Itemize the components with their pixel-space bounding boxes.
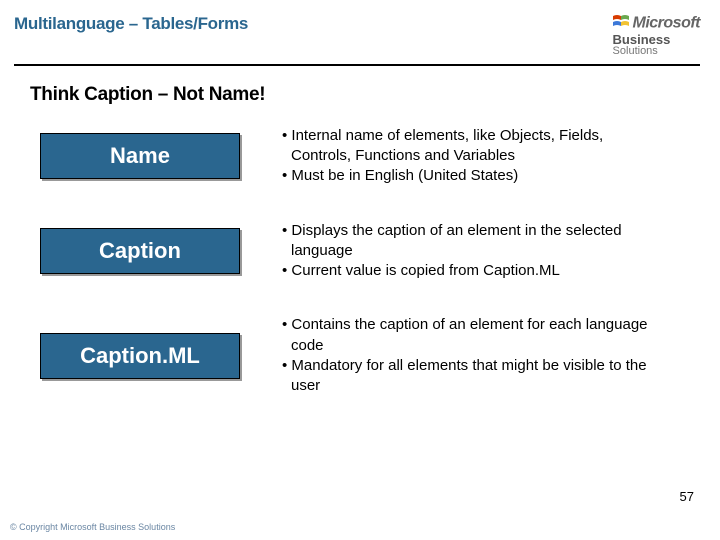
logo-text-sub: Solutions [613,46,700,58]
slide-subtitle: Think Caption – Not Name! [30,84,704,106]
page-number: 57 [680,489,694,504]
bullet: • Internal name of elements, like Object… [282,126,662,167]
chip-name: Name [40,133,240,179]
chip-caption: Caption [40,228,240,274]
bullet: • Current value is copied from Caption.M… [282,261,662,281]
microsoft-logo: Microsoft Business Solutions [613,14,700,58]
row-captionml: Caption.ML • Contains the caption of an … [30,315,704,396]
logo-text-top: Microsoft [633,15,701,32]
slide-header: Multilanguage – Tables/Forms Microsoft B… [0,0,720,58]
desc-name: • Internal name of elements, like Object… [282,126,662,187]
bullet: • Mandatory for all elements that might … [282,356,662,397]
desc-caption: • Displays the caption of an element in … [282,221,662,282]
slide-content: Think Caption – Not Name! Name • Interna… [0,66,720,397]
row-name: Name • Internal name of elements, like O… [30,126,704,187]
bullet: • Must be in English (United States) [282,166,662,186]
bullet: • Displays the caption of an element in … [282,221,662,262]
desc-captionml: • Contains the caption of an element for… [282,315,662,396]
row-caption: Caption • Displays the caption of an ele… [30,221,704,282]
copyright: © Copyright Microsoft Business Solutions [10,522,175,532]
chip-captionml: Caption.ML [40,333,240,379]
windows-flag-icon [613,14,629,33]
slide-title: Multilanguage – Tables/Forms [14,14,248,34]
logo-text-mid: Business [613,33,700,47]
bullet: • Contains the caption of an element for… [282,315,662,356]
